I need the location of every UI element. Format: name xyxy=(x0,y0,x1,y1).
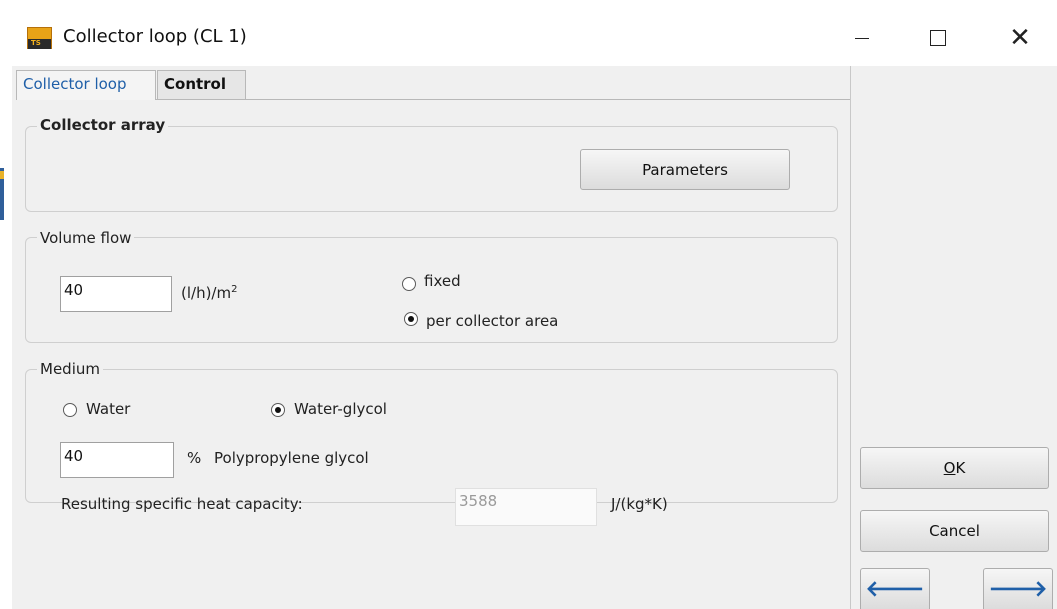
volume-flow-unit: (l/h)/m2 xyxy=(181,284,237,302)
per-collector-area-radio[interactable] xyxy=(404,312,418,326)
percent-symbol: % xyxy=(187,449,202,467)
ok-label-rest: K xyxy=(955,459,966,477)
heat-capacity-unit: J/(kg*K) xyxy=(611,495,668,513)
app-icon: TS xyxy=(27,27,52,49)
maximize-button[interactable] xyxy=(908,18,968,58)
next-button[interactable]: 🡒 xyxy=(983,568,1053,609)
tab-collector-loop[interactable]: Collector loop xyxy=(16,70,156,100)
water-glycol-label[interactable]: Water-glycol xyxy=(294,400,387,418)
glycol-percent-input[interactable]: 40 xyxy=(60,442,174,478)
water-glycol-radio[interactable] xyxy=(271,403,285,417)
window-title: Collector loop (CL 1) xyxy=(63,26,247,47)
volume-flow-title: Volume flow xyxy=(37,229,135,247)
medium-title: Medium xyxy=(37,360,103,378)
minimize-button[interactable] xyxy=(832,18,892,58)
parameters-button[interactable]: Parameters xyxy=(580,149,790,190)
arrow-left-icon: 🡐 xyxy=(865,577,925,602)
maximize-icon xyxy=(930,30,946,46)
minimize-icon xyxy=(855,37,869,39)
background-marker-accent xyxy=(0,171,4,179)
fixed-label[interactable]: fixed xyxy=(424,272,461,290)
per-collector-area-label[interactable]: per collector area xyxy=(426,312,558,330)
glycol-type-label: Polypropylene glycol xyxy=(214,449,369,467)
close-icon: ✕ xyxy=(1009,23,1031,53)
volume-flow-unit-base: (l/h)/m xyxy=(181,284,232,302)
close-button[interactable]: ✕ xyxy=(990,18,1050,58)
previous-button[interactable]: 🡐 xyxy=(860,568,930,609)
medium-group xyxy=(25,369,838,503)
water-label[interactable]: Water xyxy=(86,400,130,418)
fixed-radio[interactable] xyxy=(402,277,416,291)
ok-button[interactable]: OK xyxy=(860,447,1049,489)
water-radio[interactable] xyxy=(63,403,77,417)
volume-flow-unit-exponent: 2 xyxy=(231,284,238,295)
heat-capacity-label: Resulting specific heat capacity: xyxy=(61,495,303,513)
title-bar: TS Collector loop (CL 1) ✕ xyxy=(0,0,1057,66)
tab-control[interactable]: Control xyxy=(157,70,246,100)
ok-mnemonic: O xyxy=(943,459,956,477)
collector-array-title: Collector array xyxy=(37,116,169,134)
volume-flow-input[interactable]: 40 xyxy=(60,276,172,312)
cancel-button[interactable]: Cancel xyxy=(860,510,1049,552)
arrow-right-icon: 🡒 xyxy=(988,577,1048,602)
heat-capacity-field: 3588 xyxy=(455,488,597,526)
background-window-edge xyxy=(0,66,12,609)
